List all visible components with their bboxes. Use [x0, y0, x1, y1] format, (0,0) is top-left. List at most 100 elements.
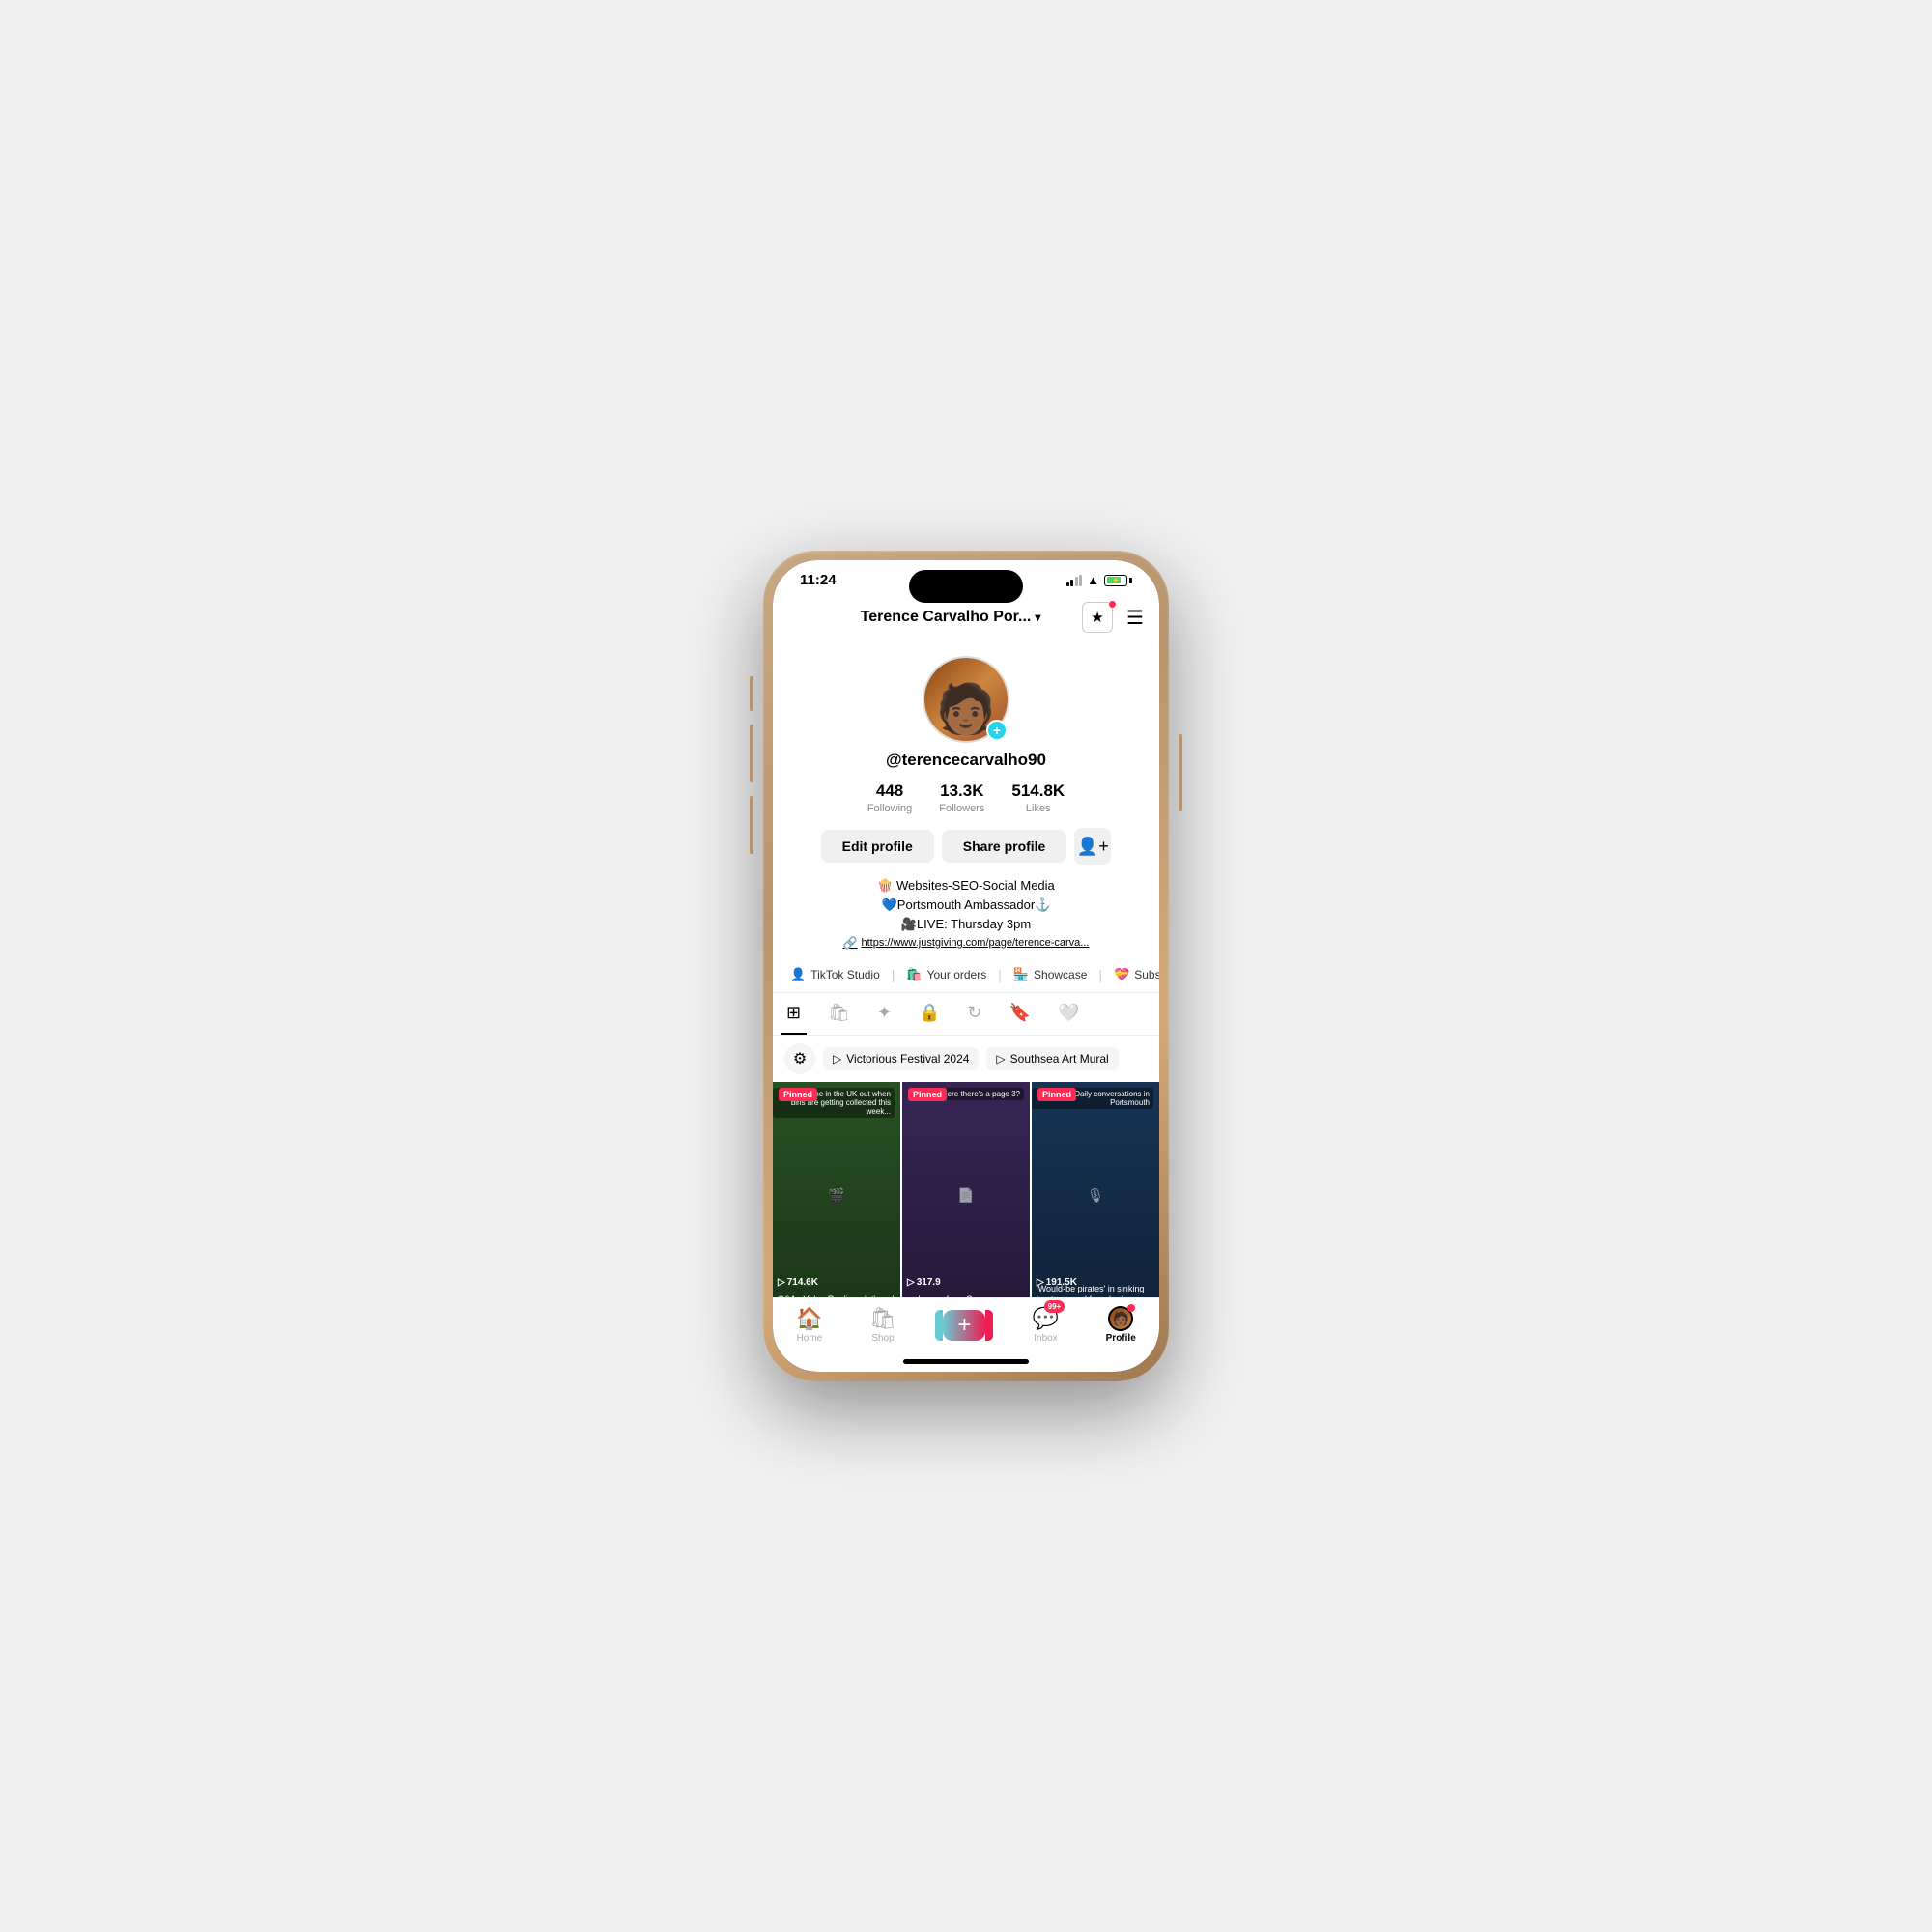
video-views-2: ▷ 317.9 [907, 1277, 941, 1288]
showcase-label: Showcase [1034, 968, 1087, 981]
quick-nav: 👤 TikTok Studio | 🛍️ Your orders | 🏪 Sho… [773, 957, 1159, 993]
tab-sparkle[interactable]: ✦ [871, 993, 897, 1035]
nav-profile[interactable]: 🧑🏾 Profile [1106, 1306, 1136, 1344]
your-orders-link[interactable]: 🛍️ Your orders [896, 963, 996, 986]
video-views-1: ▷ 714.6K [778, 1277, 818, 1288]
tab-repost[interactable]: ↻ [961, 993, 987, 1035]
scroll-content[interactable]: 🧑🏾 + @terencecarvalho90 448 Following 13… [773, 640, 1159, 1297]
play-icon: ▷ [833, 1052, 841, 1065]
volume-down-button [750, 796, 753, 854]
app-screen: 11:24 ▲ ⚡ [773, 560, 1159, 1372]
bio-url: https://www.justgiving.com/page/terence-… [861, 937, 1089, 949]
nav-create[interactable]: + [943, 1310, 985, 1341]
divider: | [890, 963, 897, 986]
video-overlay-2 [902, 1082, 1030, 1297]
video-overlay-3 [1032, 1082, 1159, 1297]
home-label: Home [797, 1333, 823, 1344]
lock-icon: 🔒 [919, 1003, 940, 1023]
showcase-icon: 🏪 [1013, 967, 1029, 982]
stat-likes[interactable]: 514.8K Likes [1011, 781, 1065, 814]
video-title-1: Q&A - Video Replies - let's go! [778, 1294, 895, 1297]
plus-icon: + [957, 1312, 971, 1339]
username: @terencecarvalho90 [886, 751, 1046, 770]
signal-icon [1066, 575, 1083, 586]
add-friend-button[interactable]: 👤+ [1074, 828, 1111, 865]
menu-button[interactable]: ☰ [1126, 606, 1144, 630]
bottom-nav: 🏠 Home 🛍 Shop + 💬 99+ [773, 1297, 1159, 1359]
playlist-chip-mural[interactable]: ▷ Southsea Art Mural [986, 1047, 1118, 1070]
battery-icon: ⚡ [1104, 575, 1132, 586]
wifi-icon: ▲ [1087, 573, 1099, 587]
share-profile-button[interactable]: Share profile [942, 830, 1067, 863]
pinned-badge-2: Pinned [908, 1088, 947, 1101]
add-friend-icon: 👤+ [1077, 837, 1109, 857]
following-count: 448 [876, 781, 903, 801]
video-title-2: wakes up from Coma: [907, 1294, 1025, 1297]
likes-label: Likes [1026, 803, 1051, 814]
profile-name-text: Terence Carvalho Por... [861, 609, 1032, 626]
content-tabs: ⊞ 🛍 ✦ 🔒 ↻ 🔖 [773, 993, 1159, 1036]
edit-profile-button[interactable]: Edit profile [821, 830, 934, 863]
video-thumb-3[interactable]: 🎙 Daily conversations in Portsmouth Pinn… [1032, 1082, 1159, 1297]
add-to-story-button[interactable]: + [986, 720, 1008, 741]
nav-shop[interactable]: 🛍 Shop [869, 1306, 896, 1344]
hamburger-icon: ☰ [1126, 608, 1144, 629]
subscribe-icon: 💝 [1114, 967, 1129, 982]
notification-dot [1109, 601, 1116, 608]
bookmark-button[interactable]: ★ [1082, 602, 1113, 633]
stat-following[interactable]: 448 Following [867, 781, 912, 814]
power-button [1179, 734, 1182, 811]
tiktok-studio-link[interactable]: 👤 TikTok Studio [781, 963, 890, 986]
link-icon: 🔗 [843, 936, 858, 950]
sparkle-icon: ✦ [877, 1003, 892, 1023]
inbox-badge: 99+ [1044, 1300, 1065, 1313]
followers-count: 13.3K [940, 781, 983, 801]
bio-line-1: 🍿 Websites-SEO-Social Media [798, 878, 1134, 894]
tab-liked[interactable]: 🤍 [1052, 993, 1085, 1035]
nav-inbox[interactable]: 💬 99+ Inbox [1033, 1306, 1059, 1344]
stat-followers[interactable]: 13.3K Followers [939, 781, 984, 814]
avatar-mini-icon: 🧑🏾 [1112, 1311, 1128, 1327]
bio-link[interactable]: 🔗 https://www.justgiving.com/page/terenc… [798, 936, 1134, 950]
video-top-text-2: where there's a page 3? [933, 1088, 1024, 1100]
video-thumb-1[interactable]: 🎬 everyone in the UK out when bins are g… [773, 1082, 900, 1297]
tab-shop[interactable]: 🛍 [822, 993, 856, 1035]
video-thumb-2[interactable]: 📄 where there's a page 3? Pinned ▷ 317.9… [902, 1082, 1030, 1297]
repost-icon: ↻ [967, 1003, 981, 1023]
action-buttons: Edit profile Share profile 👤+ [821, 828, 1112, 865]
playlist-chip-festival[interactable]: ▷ Victorious Festival 2024 [823, 1047, 979, 1070]
pinned-badge-1: Pinned [779, 1088, 817, 1101]
shop-label: Shop [871, 1333, 894, 1344]
phone-screen: 11:24 ▲ ⚡ [773, 560, 1159, 1372]
status-time: 11:24 [800, 572, 837, 588]
bookmark-tab-icon: 🔖 [1009, 1003, 1031, 1023]
video-title-3: 'Would-be pirates' in sinking boat rescu… [1037, 1284, 1154, 1297]
playlist-settings-button[interactable]: ⚙ [784, 1043, 815, 1074]
home-icon: 🏠 [796, 1306, 822, 1331]
settings-icon: ⚙ [793, 1049, 807, 1068]
showcase-link[interactable]: 🏪 Showcase [1004, 963, 1097, 986]
bio-line-3: 🎥LIVE: Thursday 3pm [798, 917, 1134, 932]
tab-videos[interactable]: ⊞ [781, 993, 807, 1035]
profile-dot [1127, 1304, 1135, 1312]
nav-home[interactable]: 🏠 Home [796, 1306, 822, 1344]
tab-bookmarks[interactable]: 🔖 [1004, 993, 1037, 1035]
stats-row: 448 Following 13.3K Followers 514.8K Lik… [867, 781, 1065, 814]
profile-name[interactable]: Terence Carvalho Por... ▾ [861, 609, 1041, 626]
create-button[interactable]: + [943, 1310, 985, 1341]
following-label: Following [867, 803, 912, 814]
status-icons: ▲ ⚡ [1066, 573, 1132, 587]
phone-frame: 11:24 ▲ ⚡ [763, 551, 1169, 1381]
volume-up-button [750, 724, 753, 782]
heart-icon: 🤍 [1058, 1003, 1079, 1023]
subscribe-link[interactable]: 💝 Subscri... [1104, 963, 1159, 986]
likes-count: 514.8K [1011, 781, 1065, 801]
pinned-badge-3: Pinned [1037, 1088, 1076, 1101]
dynamic-island [909, 570, 1023, 603]
subscribe-label: Subscri... [1134, 968, 1159, 981]
play-count-icon-2: ▷ [907, 1277, 915, 1288]
tab-private[interactable]: 🔒 [913, 993, 946, 1035]
tiktok-studio-icon: 👤 [790, 967, 806, 982]
playlist-mural-label: Southsea Art Mural [1010, 1052, 1109, 1065]
followers-label: Followers [939, 803, 984, 814]
